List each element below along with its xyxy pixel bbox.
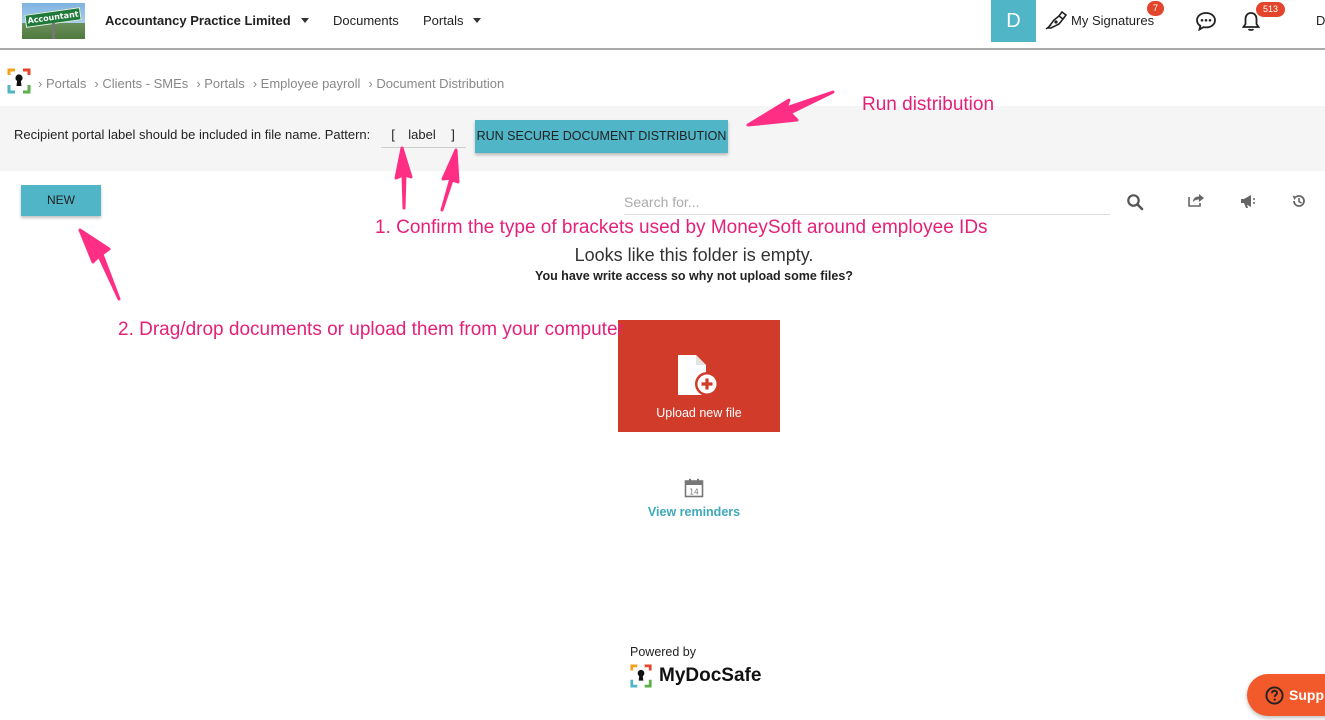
pattern-instructions: Recipient portal label should be include…	[14, 127, 371, 142]
breadcrumb-item[interactable]: › Clients - SMEs	[94, 76, 188, 91]
calendar-day: 14	[689, 487, 699, 496]
user-menu[interactable]: D	[1316, 13, 1325, 28]
breadcrumb-item[interactable]: › Employee payroll	[253, 76, 361, 91]
upload-new-file-tile[interactable]: Upload new file	[618, 320, 780, 432]
annotation-step-2: 2. Drag/drop documents or upload them fr…	[118, 319, 624, 340]
view-reminders-link[interactable]: View reminders	[0, 505, 1325, 519]
nav-portals[interactable]: Portals	[423, 13, 482, 28]
support-button[interactable]: Supp	[1247, 674, 1325, 716]
calendar-icon[interactable]: 14	[684, 478, 704, 498]
mydocsafe-logo-icon[interactable]	[6, 66, 32, 96]
breadcrumb-item[interactable]: › Portals	[38, 76, 86, 91]
chevron-down-icon	[473, 18, 482, 23]
megaphone-icon[interactable]	[1239, 193, 1257, 209]
empty-folder-title: Looks like this folder is empty.	[574, 245, 814, 265]
add-file-icon	[678, 355, 719, 396]
search-input[interactable]	[624, 190, 1110, 215]
annotation-step-1: 1. Confirm the type of brackets used by …	[375, 217, 988, 238]
footer-brand: MyDocSafe	[629, 662, 761, 690]
breadcrumb-item-current: › Document Distribution	[368, 76, 505, 91]
brand-name: MyDocSafe	[659, 665, 762, 686]
annotation-run-distribution: Run distribution	[862, 94, 995, 115]
chat-icon[interactable]	[1195, 11, 1217, 31]
my-signatures-label: My Signatures	[1071, 12, 1155, 28]
pattern-open-bracket-input[interactable]: [	[381, 127, 405, 148]
history-icon[interactable]	[1291, 193, 1307, 209]
question-icon	[1265, 685, 1284, 705]
support-label: Supp	[1289, 687, 1324, 703]
avatar[interactable]: D	[991, 0, 1036, 42]
org-switcher[interactable]: Accountancy Practice Limited	[105, 13, 309, 28]
breadcrumb: › Portals › Clients - SMEs › Portals › E…	[38, 76, 512, 91]
share-icon[interactable]	[1187, 192, 1205, 208]
search-icon[interactable]	[1126, 193, 1144, 211]
nav-portals-label: Portals	[423, 13, 464, 28]
new-button[interactable]: NEW	[21, 185, 101, 216]
nav-documents[interactable]: Documents	[333, 13, 399, 28]
logo-sign-post	[52, 23, 55, 39]
company-logo[interactable]: Accountant	[22, 3, 85, 39]
top-navbar: Accountant Accountancy Practice Limited …	[0, 0, 1325, 50]
mydocsafe-logo-icon	[630, 664, 652, 688]
signatures-badge: 7	[1147, 1, 1164, 16]
breadcrumb-item[interactable]: › Portals	[196, 76, 244, 91]
pattern-label-text: label	[404, 127, 440, 148]
my-signatures-link[interactable]: My Signatures	[1045, 10, 1154, 30]
upload-new-file-label: Upload new file	[656, 406, 742, 420]
powered-by-text: Powered by	[630, 645, 697, 659]
chevron-down-icon	[300, 18, 309, 23]
run-distribution-button[interactable]: RUN SECURE DOCUMENT DISTRIBUTION	[475, 120, 728, 153]
org-name: Accountancy Practice Limited	[105, 13, 291, 28]
pattern-close-bracket-input[interactable]: ]	[440, 127, 466, 148]
notifications-badge: 513	[1256, 2, 1285, 17]
empty-folder-subtitle: You have write access so why not upload …	[535, 269, 853, 283]
pen-nib-icon	[1045, 10, 1067, 30]
